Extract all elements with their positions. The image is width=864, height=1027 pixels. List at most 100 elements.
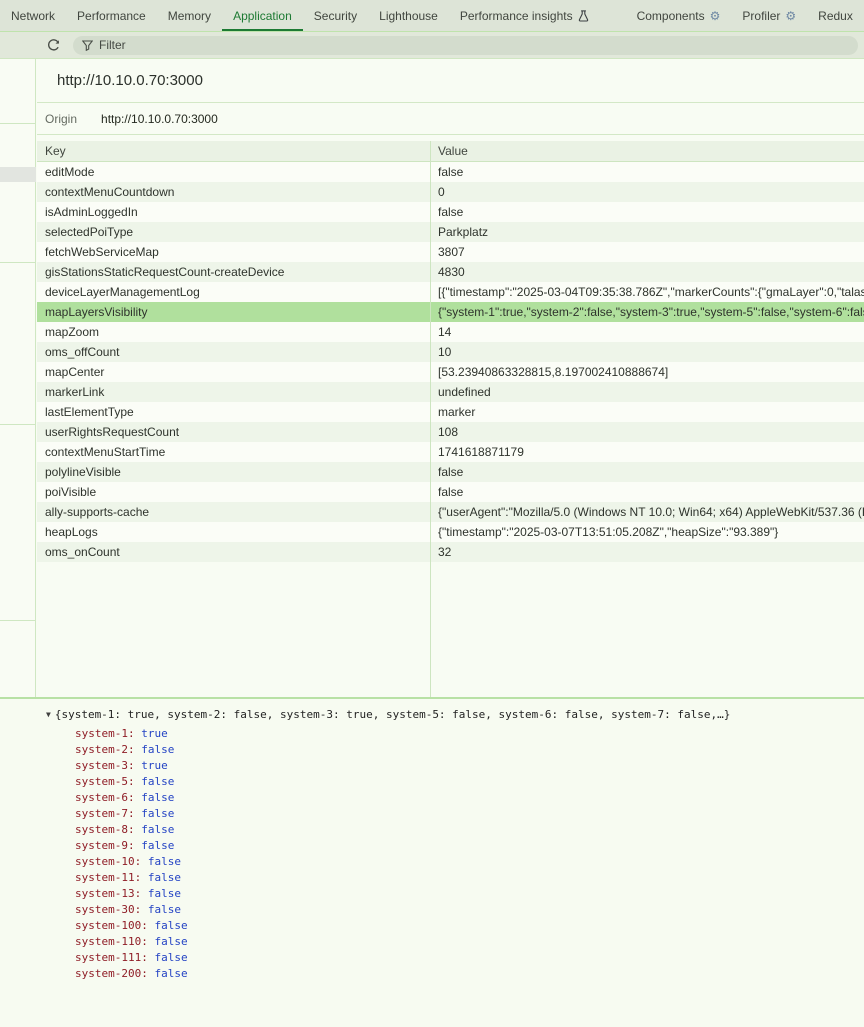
value-cell[interactable]: 32 [430, 542, 864, 562]
table-row[interactable]: mapZoom14 [37, 322, 864, 342]
table-row[interactable]: lastElementTypemarker [37, 402, 864, 422]
property-value: false [148, 871, 181, 884]
table-row[interactable]: userRightsRequestCount108 [37, 422, 864, 442]
tab-security[interactable]: Security [303, 0, 368, 31]
devtools-tabbar: NetworkPerformanceMemoryApplicationSecur… [0, 0, 864, 32]
value-cell[interactable]: Parkplatz [430, 222, 864, 242]
tab-performance[interactable]: Performance [66, 0, 157, 31]
gear-icon: ⚙ [785, 10, 796, 22]
key-cell[interactable]: poiVisible [37, 482, 430, 502]
tab-components[interactable]: Components ⚙ [626, 0, 732, 31]
value-cell[interactable]: false [430, 482, 864, 502]
key-cell[interactable]: selectedPoiType [37, 222, 430, 242]
preview-property: system-6: false [75, 790, 864, 806]
column-header-key[interactable]: Key [37, 141, 430, 161]
table-row[interactable]: contextMenuCountdown0 [37, 182, 864, 202]
tab-label: Redux [818, 9, 853, 23]
preview-property: system-3: true [75, 758, 864, 774]
value-cell[interactable]: 1741618871179 [430, 442, 864, 462]
origin-value: http://10.10.0.70:3000 [101, 112, 218, 126]
key-cell[interactable]: heapLogs [37, 522, 430, 542]
value-cell[interactable]: false [430, 462, 864, 482]
value-cell[interactable]: marker [430, 402, 864, 422]
preview-property: system-5: false [75, 774, 864, 790]
tab-performance-insights[interactable]: Performance insights [449, 0, 600, 31]
key-cell[interactable]: oms_onCount [37, 542, 430, 562]
value-cell[interactable]: 108 [430, 422, 864, 442]
tab-network[interactable]: Network [0, 0, 66, 31]
table-row[interactable]: markerLinkundefined [37, 382, 864, 402]
refresh-icon [46, 38, 61, 53]
table-row[interactable]: contextMenuStartTime1741618871179 [37, 442, 864, 462]
table-row[interactable]: ally-supports-cache{"userAgent":"Mozilla… [37, 502, 864, 522]
table-row[interactable]: gisStationsStaticRequestCount-createDevi… [37, 262, 864, 282]
tab-memory[interactable]: Memory [157, 0, 222, 31]
key-cell[interactable]: isAdminLoggedIn [37, 202, 430, 222]
key-cell[interactable]: userRightsRequestCount [37, 422, 430, 442]
key-cell[interactable]: gisStationsStaticRequestCount-createDevi… [37, 262, 430, 282]
gear-icon: ⚙ [710, 10, 721, 22]
filter-input[interactable] [99, 38, 849, 52]
column-divider[interactable] [430, 141, 431, 697]
value-cell[interactable]: {"userAgent":"Mozilla/5.0 (Windows NT 10… [430, 502, 864, 522]
property-value: false [141, 823, 174, 836]
key-cell[interactable]: mapZoom [37, 322, 430, 342]
preview-property: system-9: false [75, 838, 864, 854]
preview-summary-row: ▼ {system-1: true, system-2: false, syst… [0, 699, 864, 723]
property-key: system-2: [75, 743, 135, 756]
value-cell[interactable]: 10 [430, 342, 864, 362]
property-key: system-13: [75, 887, 141, 900]
value-cell[interactable]: 14 [430, 322, 864, 342]
table-row[interactable]: polylineVisiblefalse [37, 462, 864, 482]
key-cell[interactable]: mapLayersVisibility [37, 302, 430, 322]
value-cell[interactable]: undefined [430, 382, 864, 402]
key-cell[interactable]: fetchWebServiceMap [37, 242, 430, 262]
table-row[interactable]: editModefalse [37, 162, 864, 182]
expand-arrow-icon[interactable]: ▼ [46, 710, 51, 719]
value-cell[interactable]: false [430, 162, 864, 182]
refresh-button[interactable] [41, 34, 65, 56]
table-row[interactable]: oms_onCount32 [37, 542, 864, 562]
filter-box[interactable] [73, 36, 858, 55]
key-cell[interactable]: mapCenter [37, 362, 430, 382]
property-value: false [148, 903, 181, 916]
column-header-value[interactable]: Value [430, 141, 864, 161]
table-row[interactable]: deviceLayerManagementLog[{"timestamp":"2… [37, 282, 864, 302]
property-key: system-111: [75, 951, 148, 964]
value-cell[interactable]: 0 [430, 182, 864, 202]
table-row[interactable]: oms_offCount10 [37, 342, 864, 362]
value-cell[interactable]: false [430, 202, 864, 222]
value-cell[interactable]: {"timestamp":"2025-03-07T13:51:05.208Z",… [430, 522, 864, 542]
tab-label: Lighthouse [379, 9, 438, 23]
value-cell[interactable]: {"system-1":true,"system-2":false,"syste… [430, 302, 864, 322]
tab-application[interactable]: Application [222, 0, 303, 31]
property-value: false [154, 967, 187, 980]
key-cell[interactable]: ally-supports-cache [37, 502, 430, 522]
key-cell[interactable]: deviceLayerManagementLog [37, 282, 430, 302]
key-cell[interactable]: lastElementType [37, 402, 430, 422]
sidebar-selected-item[interactable] [0, 167, 36, 182]
table-row[interactable]: fetchWebServiceMap3807 [37, 242, 864, 262]
table-row[interactable]: isAdminLoggedInfalse [37, 202, 864, 222]
key-cell[interactable]: editMode [37, 162, 430, 182]
key-cell[interactable]: contextMenuStartTime [37, 442, 430, 462]
tab-label: Components [637, 9, 705, 23]
key-cell[interactable]: polylineVisible [37, 462, 430, 482]
application-panel: http://10.10.0.70:3000 Origin http://10.… [0, 59, 864, 697]
key-cell[interactable]: oms_offCount [37, 342, 430, 362]
value-cell[interactable]: [53.23940863328815,8.197002410888674] [430, 362, 864, 382]
value-cell[interactable]: 3807 [430, 242, 864, 262]
key-cell[interactable]: markerLink [37, 382, 430, 402]
table-row[interactable]: mapLayersVisibility{"system-1":true,"sys… [37, 302, 864, 322]
table-row[interactable]: selectedPoiTypeParkplatz [37, 222, 864, 242]
table-row[interactable]: heapLogs{"timestamp":"2025-03-07T13:51:0… [37, 522, 864, 542]
tab-lighthouse[interactable]: Lighthouse [368, 0, 449, 31]
tab-redux[interactable]: Redux [807, 0, 864, 31]
tab-profiler[interactable]: Profiler⚙ [731, 0, 807, 31]
table-row[interactable]: mapCenter[53.23940863328815,8.1970024108… [37, 362, 864, 382]
preview-property: system-7: false [75, 806, 864, 822]
value-cell[interactable]: [{"timestamp":"2025-03-04T09:35:38.786Z"… [430, 282, 864, 302]
value-cell[interactable]: 4830 [430, 262, 864, 282]
table-row[interactable]: poiVisiblefalse [37, 482, 864, 502]
key-cell[interactable]: contextMenuCountdown [37, 182, 430, 202]
